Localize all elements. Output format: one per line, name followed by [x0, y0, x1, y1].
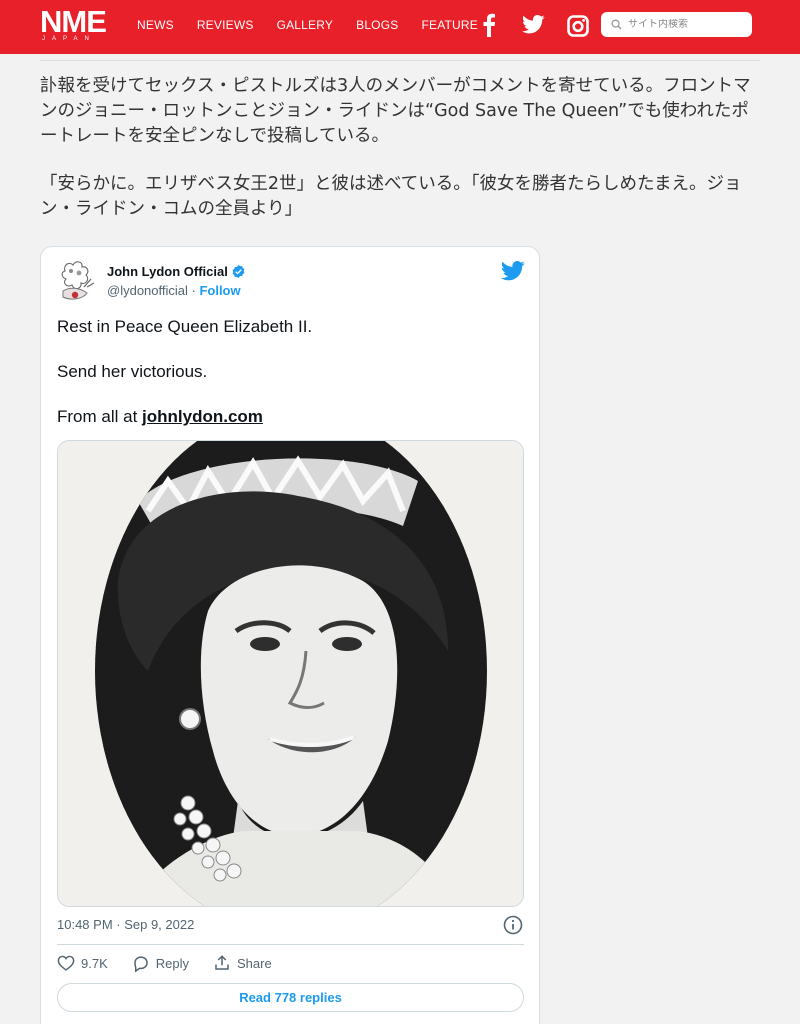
nav-gallery[interactable]: GALLERY: [277, 18, 334, 32]
johnlydon-link[interactable]: johnlydon.com: [142, 407, 263, 426]
search-input[interactable]: [628, 19, 748, 30]
author-handle-row: @lydonofficial · Follow: [107, 283, 241, 298]
search-icon: [611, 19, 622, 30]
nav-blogs[interactable]: BLOGS: [356, 18, 398, 32]
follow-button[interactable]: Follow: [199, 283, 240, 298]
share-icon: [215, 955, 229, 970]
tweet-text-prefix: From all at: [57, 407, 143, 426]
share-button[interactable]: Share: [213, 954, 272, 972]
instagram-icon[interactable]: [567, 15, 589, 41]
nav-news[interactable]: NEWS: [137, 18, 174, 32]
nav-reviews[interactable]: REVIEWS: [197, 18, 254, 32]
article-paragraph-2: 「安らかに。エリザベス女王2世」と彼は述べている。「彼女を勝者たらしめたまえ。ジ…: [40, 174, 742, 219]
author-handle[interactable]: @lydonofficial: [107, 283, 188, 298]
author-avatar[interactable]: [57, 257, 97, 305]
reply-label: Reply: [155, 955, 189, 971]
tweet-text-line-3: From all at johnlydon.com: [57, 407, 263, 427]
facebook-icon[interactable]: [482, 13, 496, 41]
author-name[interactable]: John Lydon Official: [107, 264, 246, 279]
tweet-text-line-2: Send her victorious.: [57, 362, 208, 381]
nav-feature[interactable]: FEATURE: [421, 18, 478, 32]
site-header: NME JAPAN NEWS REVIEWS GALLERY BLOGS FEA…: [0, 0, 800, 54]
read-replies-button[interactable]: Read 778 replies: [57, 983, 524, 1012]
embedded-tweet: John Lydon Official @lydonofficial · Fol…: [40, 246, 540, 1024]
like-count: 9.7K: [81, 955, 108, 971]
heart-icon: [57, 955, 75, 971]
share-label: Share: [237, 955, 272, 971]
handle-separator: ·: [187, 283, 200, 298]
reply-icon: [133, 955, 148, 972]
tweet-text-line-1: Rest in Peace Queen Elizabeth II.: [57, 317, 313, 336]
reply-button[interactable]: Reply: [132, 955, 189, 972]
content-divider: [40, 60, 760, 61]
twitter-icon[interactable]: [522, 15, 545, 38]
logo-wordmark: NME: [40, 4, 107, 39]
article-paragraph-1: 訃報を受けてセックス・ピストルズは3人のメンバーがコメントを寄せている。フロント…: [40, 76, 751, 146]
main-nav: NEWS REVIEWS GALLERY BLOGS FEATURE: [137, 18, 501, 32]
verified-badge-icon: [232, 264, 245, 279]
tweet-divider: [57, 944, 524, 945]
tweet-actions: 9.7K Reply Share: [57, 954, 296, 972]
twitter-bird-icon[interactable]: [501, 261, 525, 285]
info-icon[interactable]: [503, 915, 523, 939]
site-search: [601, 12, 752, 37]
nme-logo[interactable]: NME JAPAN: [40, 4, 107, 42]
tweet-photo[interactable]: [57, 440, 524, 907]
like-button[interactable]: 9.7K: [57, 955, 108, 971]
author-name-text: John Lydon Official: [107, 264, 228, 279]
tweet-timestamp[interactable]: 10:48 PM · Sep 9, 2022: [57, 917, 194, 932]
